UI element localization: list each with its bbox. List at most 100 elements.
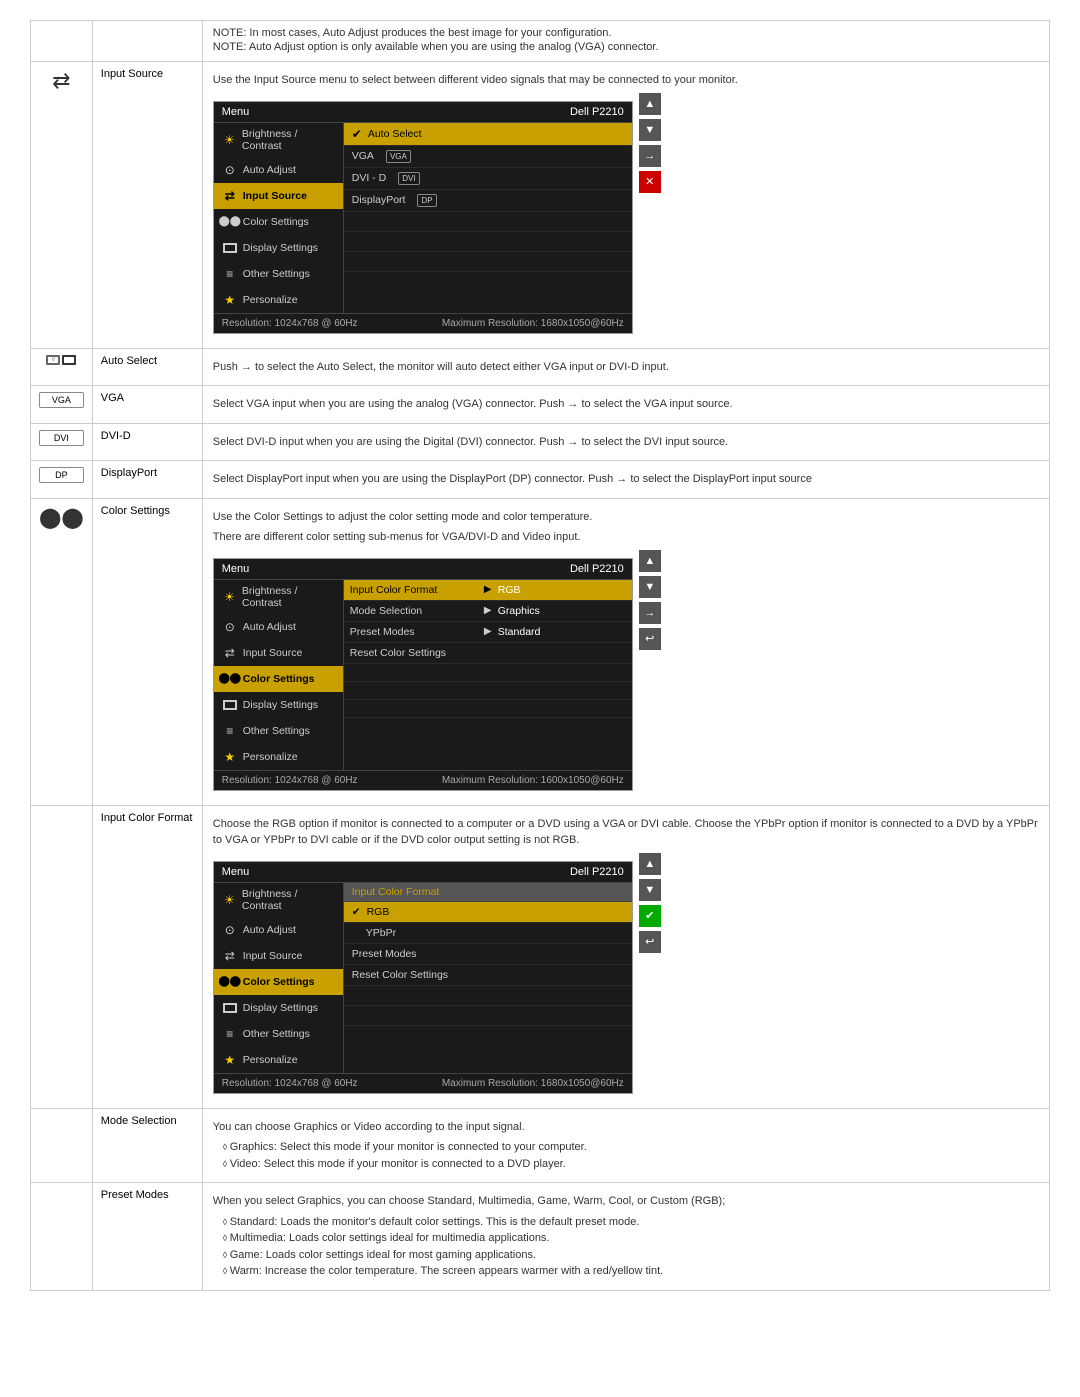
osd-col3-row-1[interactable]: Mode Selection ▶ Graphics — [344, 601, 632, 622]
nav-up-2[interactable]: ▲ — [639, 550, 661, 572]
nav-back-2[interactable]: ↩ — [639, 628, 661, 650]
osd-item-display-1[interactable]: Display Settings — [214, 235, 343, 261]
nav-right-2[interactable]: → — [639, 602, 661, 624]
osd-icf-reset[interactable]: Reset Color Settings — [344, 965, 632, 986]
col3-value-2: Standard — [498, 626, 626, 638]
color-settings-page-icon: ⬤⬤ — [39, 505, 84, 530]
auto-select-icon-cell: V — [31, 348, 93, 386]
osd-item-display-3[interactable]: Display Settings — [214, 995, 343, 1021]
osd-item-brightness-2[interactable]: ☀ Brightness / Contrast — [214, 580, 343, 614]
osd-col3-row-0[interactable]: Input Color Format ▶ RGB — [344, 580, 632, 601]
nav-down-2[interactable]: ▼ — [639, 576, 661, 598]
osd-right-dvid[interactable]: DVI - D DVI — [344, 168, 632, 190]
osd-item-input-2[interactable]: ⇄ Input Source — [214, 640, 343, 666]
osd-right-empty-1 — [344, 212, 632, 232]
osd-brand-label-2: Dell P2210 — [570, 563, 624, 575]
display-label-2: Display Settings — [243, 699, 318, 711]
osd-col3-row-3[interactable]: Reset Color Settings — [344, 643, 632, 664]
osd-menu-label-2: Menu — [222, 563, 250, 575]
osd-header-3: Menu Dell P2210 — [214, 862, 632, 883]
osd-item-other-3[interactable]: ≡ Other Settings — [214, 1021, 343, 1047]
osd-right-displayport[interactable]: DisplayPort DP — [344, 190, 632, 212]
icf-rgb-label: RGB — [367, 906, 390, 918]
osd-item-display-2[interactable]: Display Settings — [214, 692, 343, 718]
dvid-icon-cell: DVI — [31, 423, 93, 461]
osd-item-personalize-2[interactable]: ★ Personalize — [214, 744, 343, 770]
osd-left-menu-2: ☀ Brightness / Contrast ⊙ Auto Adjust ⇄ … — [214, 580, 344, 770]
input-color-format-icon-cell — [31, 805, 93, 1108]
brightness-label-1: Brightness / Contrast — [242, 128, 335, 152]
dvid-content: Select DVI-D input when you are using th… — [202, 423, 1049, 461]
osd-item-other-2[interactable]: ≡ Other Settings — [214, 718, 343, 744]
osd-icf-rgb[interactable]: ✔ RGB — [344, 902, 632, 923]
osd-item-input-1[interactable]: ⇄ Input Source — [214, 183, 343, 209]
mode-video: Video: Select this mode if your monitor … — [223, 1156, 1039, 1173]
color-label-1: Color Settings — [243, 216, 309, 228]
notes-row: NOTE: In most cases, Auto Adjust produce… — [31, 21, 1050, 62]
other-icon-3: ≡ — [222, 1026, 238, 1042]
dvid-label: DVI-D — [92, 423, 202, 461]
osd-item-personalize-1[interactable]: ★ Personalize — [214, 287, 343, 313]
input-icon-2: ⇄ — [222, 645, 238, 661]
preset-modes-icon-cell — [31, 1183, 93, 1291]
osd-right-panel-2: Input Color Format ▶ RGB Mode Selection … — [344, 580, 632, 770]
auto-select-row: V Auto Select Push → to select the Auto … — [31, 348, 1050, 386]
osd-item-brightness-3[interactable]: ☀ Brightness / Contrast — [214, 883, 343, 917]
col3-label-0: Input Color Format — [350, 584, 478, 596]
input-source-icon: ⇄ — [39, 68, 84, 94]
displayport-label: DisplayPort — [92, 461, 202, 499]
osd-item-brightness-1[interactable]: ☀ Brightness / Contrast — [214, 123, 343, 157]
nav-down-1[interactable]: ▼ — [639, 119, 661, 141]
osd-icf-ypbpr[interactable]: YPbPr — [344, 923, 632, 944]
auto-icon-1: ⊙ — [222, 162, 238, 178]
notes-icon-cell — [31, 21, 93, 62]
osd-item-auto-1[interactable]: ⊙ Auto Adjust — [214, 157, 343, 183]
osd-brand-label-3: Dell P2210 — [570, 866, 624, 878]
osd-footer-2: Resolution: 1024x768 @ 60Hz Maximum Reso… — [214, 770, 632, 790]
display-icon-3 — [222, 1000, 238, 1016]
osd-item-personalize-3[interactable]: ★ Personalize — [214, 1047, 343, 1073]
osd-item-input-3[interactable]: ⇄ Input Source — [214, 943, 343, 969]
osd-right-empty-2 — [344, 232, 632, 252]
osd-icf-preset[interactable]: Preset Modes — [344, 944, 632, 965]
display-label-1: Display Settings — [243, 242, 318, 254]
vga-label: VGA — [92, 386, 202, 424]
osd-right-vga[interactable]: VGA VGA — [344, 146, 632, 168]
col3-label-2: Preset Modes — [350, 626, 478, 638]
osd-right-auto-select[interactable]: ✔ Auto Select — [344, 123, 632, 146]
nav-right-1[interactable]: → — [639, 145, 661, 167]
osd-item-color-1[interactable]: ⬤⬤ Color Settings — [214, 209, 343, 235]
osd-icf: Menu Dell P2210 ☀ Brightness / Contrast — [213, 861, 633, 1094]
osd-item-other-1[interactable]: ≡ Other Settings — [214, 261, 343, 287]
preset-game: Game: Loads color settings ideal for mos… — [223, 1247, 1039, 1264]
col3-value-1: Graphics — [498, 605, 626, 617]
osd-item-auto-3[interactable]: ⊙ Auto Adjust — [214, 917, 343, 943]
osd-col3-row-2[interactable]: Preset Modes ▶ Standard — [344, 622, 632, 643]
displayport-content: Select DisplayPort input when you are us… — [202, 461, 1049, 499]
nav-up-3[interactable]: ▲ — [639, 853, 661, 875]
nav-down-3[interactable]: ▼ — [639, 879, 661, 901]
brightness-label-2: Brightness / Contrast — [242, 585, 335, 609]
nav-check-3[interactable]: ✔ — [639, 905, 661, 927]
notes-content: NOTE: In most cases, Auto Adjust produce… — [202, 21, 1049, 62]
preset-modes-desc: When you select Graphics, you can choose… — [213, 1193, 1039, 1210]
col3-label-1: Mode Selection — [350, 605, 478, 617]
color-settings-content: Use the Color Settings to adjust the col… — [202, 498, 1049, 805]
col3-value-0: RGB — [498, 584, 626, 596]
osd-footer-right-3: Maximum Resolution: 1680x1050@60Hz — [442, 1078, 624, 1089]
preset-standard: Standard: Loads the monitor's default co… — [223, 1214, 1039, 1231]
nav-back-3[interactable]: ↩ — [639, 931, 661, 953]
color-icon-2: ⬤⬤ — [222, 671, 238, 687]
input-color-format-label: Input Color Format — [92, 805, 202, 1108]
preset-multimedia: Multimedia: Loads color settings ideal f… — [223, 1230, 1039, 1247]
preset-modes-content: When you select Graphics, you can choose… — [202, 1183, 1049, 1291]
icf-sublabel: Input Color Format — [344, 883, 632, 902]
osd-footer-3: Resolution: 1024x768 @ 60Hz Maximum Reso… — [214, 1073, 632, 1093]
osd-menu-label-1: Menu — [222, 106, 250, 118]
osd-item-auto-2[interactable]: ⊙ Auto Adjust — [214, 614, 343, 640]
nav-up-1[interactable]: ▲ — [639, 93, 661, 115]
nav-back-1[interactable]: ✕ — [639, 171, 661, 193]
osd-item-color-2[interactable]: ⬤⬤ Color Settings — [214, 666, 343, 692]
osd-right-panel-1: ✔ Auto Select VGA VGA DVI - D DVI — [344, 123, 632, 313]
osd-item-color-3[interactable]: ⬤⬤ Color Settings — [214, 969, 343, 995]
